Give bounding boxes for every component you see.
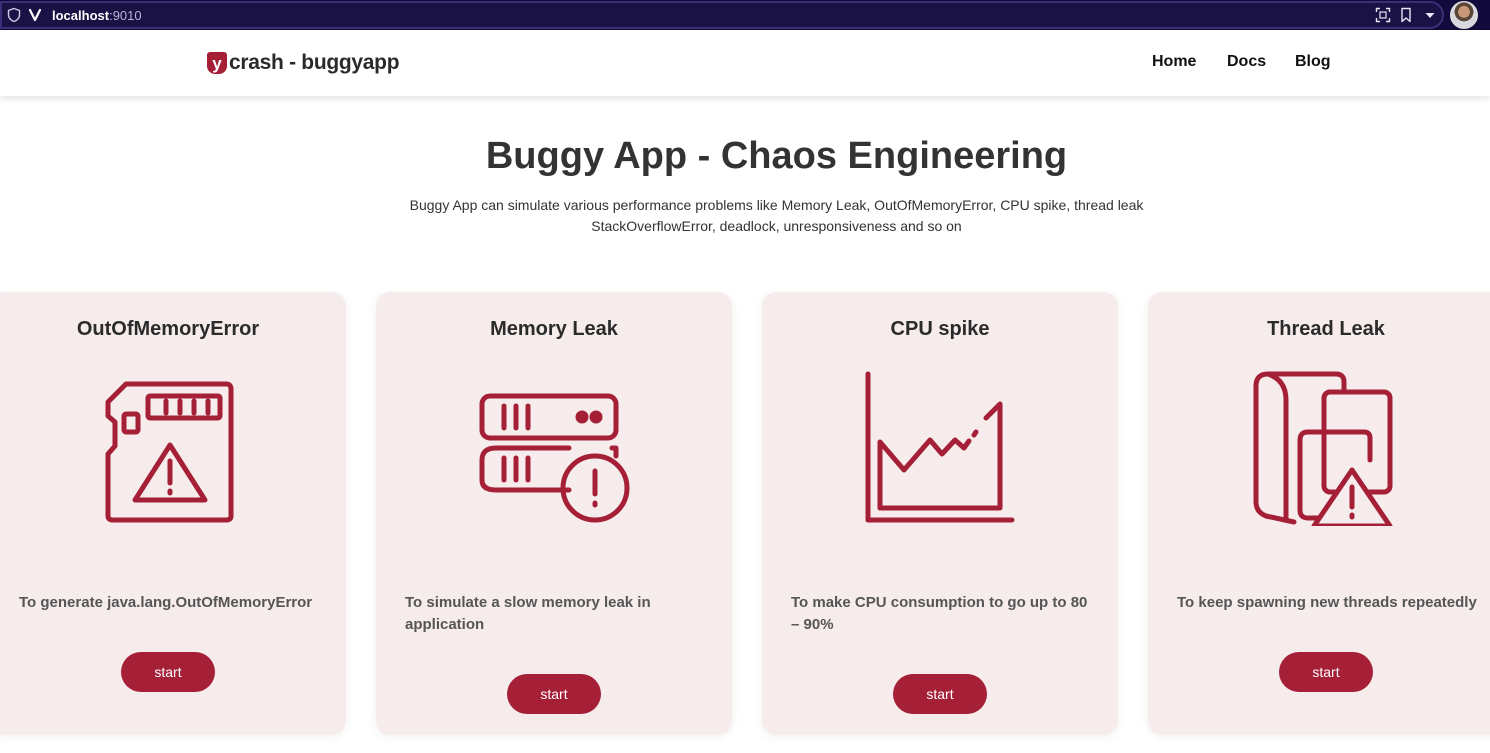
logo-mark: y xyxy=(207,52,227,74)
browser-toolbar: localhost:9010 xyxy=(0,0,1490,30)
card-title: Memory Leak xyxy=(490,318,618,340)
vivaldi-logo-icon[interactable] xyxy=(27,7,43,23)
url-host: localhost xyxy=(52,8,110,23)
line-chart-spike-icon xyxy=(865,371,1015,523)
shield-icon[interactable] xyxy=(6,7,22,23)
chevron-down-icon[interactable] xyxy=(1422,7,1438,23)
start-button[interactable]: start xyxy=(507,674,601,714)
card-description: To keep spawning new threads repeatedly xyxy=(1177,594,1477,611)
site-header: y crash - buggyapp Home Docs Blog xyxy=(0,30,1490,96)
capture-icon[interactable] xyxy=(1375,7,1391,23)
start-button[interactable]: start xyxy=(121,652,215,692)
folders-warning-icon xyxy=(1253,371,1393,526)
ycrash-logo[interactable]: y crash - buggyapp xyxy=(207,51,400,75)
card-memory-leak: Memory Leak To simulate a slow memory le… xyxy=(376,292,732,735)
page-description: Buggy App can simulate various performan… xyxy=(0,195,1490,237)
card-outofmemoryerror: OutOfMemoryError To generate java.lang.O… xyxy=(0,292,346,735)
start-button[interactable]: start xyxy=(1279,652,1373,692)
card-description: To generate java.lang.OutOfMemoryError xyxy=(19,594,313,611)
card-title: Thread Leak xyxy=(1267,318,1385,340)
card-title: CPU spike xyxy=(890,318,990,340)
address-bar[interactable] xyxy=(0,1,1444,29)
profile-avatar[interactable] xyxy=(1450,1,1478,29)
card-description: To simulate a slow memory leak in applic… xyxy=(405,594,651,633)
card-cpu-spike: CPU spike To make CPU consumption to go … xyxy=(762,292,1118,735)
nav-blog[interactable]: Blog xyxy=(1295,53,1331,71)
page-title: Buggy App - Chaos Engineering xyxy=(485,135,1068,177)
card-description: To make CPU consumption to go up to 80 –… xyxy=(791,594,1088,633)
bookmark-icon[interactable] xyxy=(1398,7,1414,23)
start-button[interactable]: start xyxy=(893,674,987,714)
card-thread-leak: Thread Leak To keep spawning new threads… xyxy=(1148,292,1490,735)
server-alert-icon xyxy=(479,393,630,523)
description-line-2: StackOverflowError, deadlock, unresponsi… xyxy=(591,218,962,234)
memory-card-warning-icon xyxy=(105,381,234,523)
url-port: :9010 xyxy=(109,8,142,23)
nav-home[interactable]: Home xyxy=(1152,53,1196,71)
card-title: OutOfMemoryError xyxy=(76,318,260,340)
logo-text: crash - buggyapp xyxy=(229,51,400,74)
description-line-1: Buggy App can simulate various performan… xyxy=(409,197,1144,213)
nav-docs[interactable]: Docs xyxy=(1227,53,1266,71)
url-text[interactable]: localhost:9010 xyxy=(52,8,142,23)
